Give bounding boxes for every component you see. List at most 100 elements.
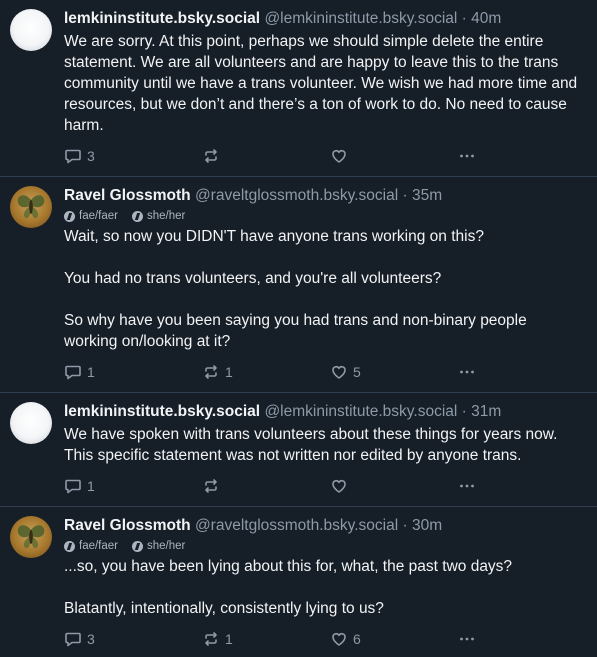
pronoun-badge: she/her bbox=[132, 210, 185, 222]
post-time[interactable]: 31m bbox=[471, 403, 501, 420]
reply-count: 1 bbox=[87, 364, 95, 380]
post-paragraph: Blatantly, intentionally, consistently l… bbox=[64, 600, 384, 617]
like-button[interactable]: 6 bbox=[330, 630, 458, 648]
post-time[interactable]: 40m bbox=[471, 10, 501, 27]
moth-icon bbox=[17, 525, 45, 549]
post-text: ...so, you have been lying about this fo… bbox=[64, 556, 583, 619]
post-text: We have spoken with trans volunteers abo… bbox=[64, 424, 583, 466]
more-options-button[interactable] bbox=[458, 363, 476, 381]
post-time[interactable]: 30m bbox=[412, 517, 442, 534]
author-handle[interactable]: @lemkininstitute.bsky.social bbox=[264, 403, 457, 420]
post-actions: 3 bbox=[64, 142, 583, 170]
author-name[interactable]: Ravel Glossmoth bbox=[64, 517, 191, 534]
post-paragraph: ...so, you have been lying about this fo… bbox=[64, 558, 513, 575]
repost-button[interactable] bbox=[202, 477, 330, 495]
post-actions: 3 1 6 bbox=[64, 625, 583, 653]
heart-icon bbox=[330, 630, 348, 648]
post-header: lemkininstitute.bsky.social @lemkininsti… bbox=[64, 402, 583, 421]
pronoun-label: she/her bbox=[147, 540, 186, 552]
avatar[interactable] bbox=[10, 516, 52, 558]
reply-button[interactable]: 1 bbox=[64, 477, 202, 495]
thread-feed: lemkininstitute.bsky.social @lemkininsti… bbox=[0, 0, 597, 657]
post-paragraph: We are sorry. At this point, perhaps we … bbox=[64, 33, 578, 134]
reply-count: 3 bbox=[87, 631, 95, 647]
more-options-button[interactable] bbox=[458, 147, 476, 165]
like-button[interactable]: 5 bbox=[330, 363, 458, 381]
reply-button[interactable]: 3 bbox=[64, 630, 202, 648]
like-button[interactable] bbox=[330, 147, 458, 165]
author-name[interactable]: Ravel Glossmoth bbox=[64, 187, 191, 204]
ellipsis-icon bbox=[458, 477, 476, 495]
heart-icon bbox=[330, 363, 348, 381]
post-paragraph: We have spoken with trans volunteers abo… bbox=[64, 426, 558, 464]
reply-button[interactable]: 1 bbox=[64, 363, 202, 381]
post-actions: 1 1 5 bbox=[64, 358, 583, 386]
separator: · bbox=[402, 187, 408, 204]
pronoun-icon bbox=[132, 540, 143, 552]
more-options-button[interactable] bbox=[458, 630, 476, 648]
pronoun-icon bbox=[64, 210, 75, 222]
repost-arrows-icon bbox=[202, 147, 220, 165]
author-handle[interactable]: @lemkininstitute.bsky.social bbox=[264, 10, 457, 27]
separator: · bbox=[461, 10, 467, 27]
post-time[interactable]: 35m bbox=[412, 187, 442, 204]
like-button[interactable] bbox=[330, 477, 458, 495]
like-count: 6 bbox=[353, 631, 361, 647]
separator: · bbox=[461, 403, 467, 420]
repost-arrows-icon bbox=[202, 477, 220, 495]
author-name[interactable]: lemkininstitute.bsky.social bbox=[64, 403, 260, 420]
pronoun-badge: she/her bbox=[132, 540, 185, 552]
speech-bubble-icon bbox=[64, 363, 82, 381]
ellipsis-icon bbox=[458, 147, 476, 165]
more-options-button[interactable] bbox=[458, 477, 476, 495]
post[interactable]: lemkininstitute.bsky.social @lemkininsti… bbox=[0, 0, 597, 177]
pronoun-icon bbox=[64, 540, 75, 552]
pronoun-badge: fae/faer bbox=[64, 210, 118, 222]
speech-bubble-icon bbox=[64, 477, 82, 495]
repost-count: 1 bbox=[225, 364, 233, 380]
pronoun-badge: fae/faer bbox=[64, 540, 118, 552]
like-count: 5 bbox=[353, 364, 361, 380]
repost-arrows-icon bbox=[202, 363, 220, 381]
speech-bubble-icon bbox=[64, 147, 82, 165]
reply-count: 3 bbox=[87, 148, 95, 164]
pronouns-row: fae/faer she/her bbox=[64, 539, 583, 553]
post-header: Ravel Glossmoth @raveltglossmoth.bsky.so… bbox=[64, 516, 583, 535]
speech-bubble-icon bbox=[64, 630, 82, 648]
reply-button[interactable]: 3 bbox=[64, 147, 202, 165]
post-text: We are sorry. At this point, perhaps we … bbox=[64, 31, 583, 136]
author-handle[interactable]: @raveltglossmoth.bsky.social bbox=[195, 517, 398, 534]
repost-button[interactable]: 1 bbox=[202, 363, 330, 381]
avatar[interactable] bbox=[10, 186, 52, 228]
separator: · bbox=[402, 517, 408, 534]
post[interactable]: Ravel Glossmoth @raveltglossmoth.bsky.so… bbox=[0, 507, 597, 657]
post-paragraph: So why have you been saying you had tran… bbox=[64, 312, 527, 350]
repost-arrows-icon bbox=[202, 630, 220, 648]
pronouns-row: fae/faer she/her bbox=[64, 209, 583, 223]
moth-icon bbox=[17, 195, 45, 219]
post-paragraph: You had no trans volunteers, and you're … bbox=[64, 270, 442, 287]
pronoun-icon bbox=[132, 210, 143, 222]
ellipsis-icon bbox=[458, 630, 476, 648]
post-header: Ravel Glossmoth @raveltglossmoth.bsky.so… bbox=[64, 186, 583, 205]
pronoun-label: fae/faer bbox=[79, 540, 118, 552]
avatar[interactable] bbox=[10, 9, 52, 51]
post-header: lemkininstitute.bsky.social @lemkininsti… bbox=[64, 9, 583, 28]
repost-button[interactable]: 1 bbox=[202, 630, 330, 648]
repost-count: 1 bbox=[225, 631, 233, 647]
post-actions: 1 bbox=[64, 472, 583, 500]
heart-icon bbox=[330, 147, 348, 165]
avatar[interactable] bbox=[10, 402, 52, 444]
post[interactable]: lemkininstitute.bsky.social @lemkininsti… bbox=[0, 393, 597, 507]
pronoun-label: she/her bbox=[147, 210, 186, 222]
author-name[interactable]: lemkininstitute.bsky.social bbox=[64, 10, 260, 27]
author-handle[interactable]: @raveltglossmoth.bsky.social bbox=[195, 187, 398, 204]
post-paragraph: Wait, so now you DIDN'T have anyone tran… bbox=[64, 228, 484, 245]
heart-icon bbox=[330, 477, 348, 495]
ellipsis-icon bbox=[458, 363, 476, 381]
repost-button[interactable] bbox=[202, 147, 330, 165]
pronoun-label: fae/faer bbox=[79, 210, 118, 222]
post-text: Wait, so now you DIDN'T have anyone tran… bbox=[64, 226, 583, 352]
post[interactable]: Ravel Glossmoth @raveltglossmoth.bsky.so… bbox=[0, 177, 597, 393]
reply-count: 1 bbox=[87, 478, 95, 494]
